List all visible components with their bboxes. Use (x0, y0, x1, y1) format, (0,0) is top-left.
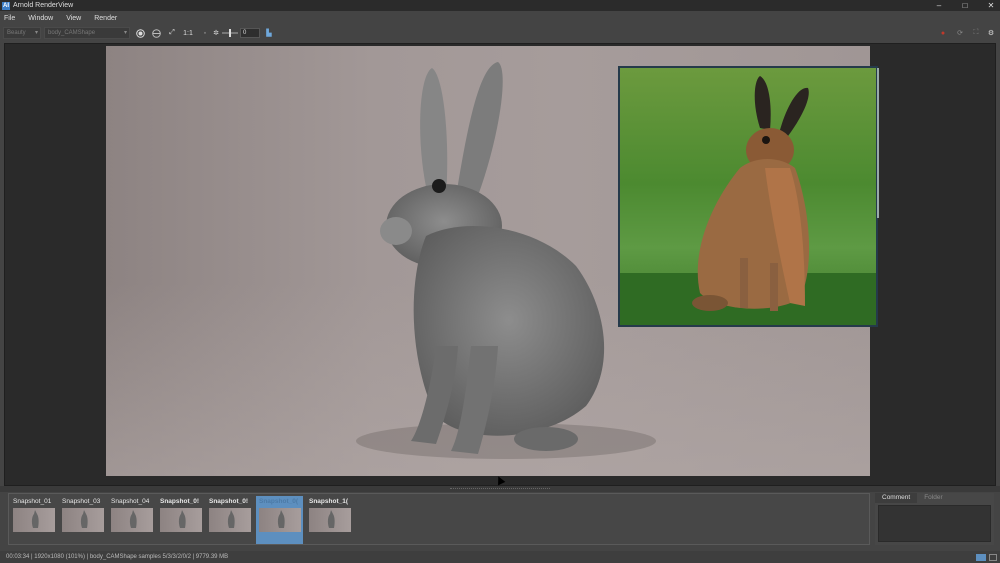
toolbar: Beauty ▾ body_CAMShape ▾ ⤢ 1:1 ▪ ✲ 0 ▙ ●… (0, 25, 1000, 41)
snapshot-label: Snapshot_03 (62, 498, 101, 505)
menu-bar: File Window View Render (0, 11, 1000, 25)
snapshot-label: Snapshot_01 (13, 498, 52, 505)
snapshot-panel: Snapshot_01 Snapshot_03 Snapshot_04 Snap… (8, 493, 870, 545)
exposure-slider-handle[interactable] (229, 29, 231, 37)
tab-comment[interactable]: Comment (875, 493, 918, 503)
side-panel-tabs: Comment Folder (875, 493, 994, 503)
display-select[interactable]: Beauty ▾ (3, 27, 41, 39)
panel-toggle-icon[interactable] (989, 554, 997, 561)
status-text: 00:03:34 | 1920x1080 (101%) | body_CAMSh… (6, 554, 229, 560)
menu-window[interactable]: Window (28, 15, 53, 22)
snapshot-strip-splitter[interactable] (0, 486, 1000, 492)
snapshot-label: Snapshot_04 (111, 498, 150, 505)
crop-region-icon[interactable] (151, 28, 161, 38)
snapshot-thumbnail (13, 508, 55, 532)
display-select-value: Beauty (7, 30, 26, 36)
hare-reference-figure (620, 76, 876, 325)
camera-select-value: body_CAMShape (48, 30, 96, 36)
reference-photo[interactable] (618, 66, 878, 327)
snapshot-thumbnail (209, 508, 251, 532)
chevron-down-icon: ▾ (34, 30, 38, 36)
window-title: Arnold RenderView (13, 2, 74, 9)
menu-render[interactable]: Render (94, 15, 117, 22)
snapshot-item[interactable]: Snapshot_03 (59, 496, 106, 544)
snapshot-icon[interactable]: ⛶ (971, 28, 981, 38)
camera-select[interactable]: body_CAMShape ▾ (44, 27, 130, 39)
snapshot-thumbnail (160, 508, 202, 532)
snapshot-thumbnail (62, 508, 104, 532)
snapshot-thumbnail (259, 508, 301, 532)
minimize-icon[interactable]: – (934, 0, 944, 11)
snapshot-item-selected[interactable]: Snapshot_0( (256, 496, 303, 544)
snapshot-item[interactable]: Snapshot_01 (10, 496, 57, 544)
stop-render-icon[interactable]: ● (938, 28, 948, 38)
fit-view-icon[interactable]: ⤢ (167, 28, 177, 38)
exposure-field[interactable]: 0 (240, 28, 260, 38)
status-bar: 00:03:34 | 1920x1080 (101%) | body_CAMSh… (0, 551, 1000, 563)
gamma-icon[interactable]: ▙ (264, 28, 274, 38)
snapshot-item[interactable]: Snapshot_1( (306, 496, 353, 544)
snapshot-label: Snapshot_1( (309, 498, 349, 505)
snapshot-thumbnail (309, 508, 351, 532)
view-mode-icon[interactable] (976, 554, 986, 561)
maximize-icon[interactable]: □ (960, 0, 970, 11)
comment-textarea[interactable] (878, 505, 991, 542)
tab-folder[interactable]: Folder (917, 493, 949, 503)
gear-icon[interactable]: ⚙ (986, 28, 996, 38)
snapshot-item[interactable]: Snapshot_0! (157, 496, 204, 544)
snapshot-thumbnail (111, 508, 153, 532)
channel-icon[interactable]: ▪ (200, 28, 210, 38)
snapshot-label: Snapshot_0! (160, 498, 200, 505)
snapshot-label: Snapshot_0( (259, 498, 299, 505)
arnold-app-icon: AI (2, 1, 10, 10)
exposure-icon: ✲ (213, 30, 219, 37)
snapshot-item[interactable]: Snapshot_04 (108, 496, 155, 544)
close-icon[interactable]: ✕ (986, 0, 996, 11)
menu-view[interactable]: View (66, 15, 81, 22)
zoom-1-1-button[interactable]: 1:1 (182, 28, 194, 38)
window-controls: – □ ✕ (934, 0, 996, 11)
splitter-grip-icon (450, 488, 550, 489)
snapshot-label: Snapshot_0! (209, 498, 249, 505)
snapshot-side-panel: Comment Folder (875, 493, 994, 545)
render-region-icon[interactable] (135, 28, 145, 38)
title-bar: AI Arnold RenderView – □ ✕ (0, 0, 1000, 11)
chevron-down-icon: ▾ (123, 30, 127, 36)
snapshot-item[interactable]: Snapshot_0! (206, 496, 253, 544)
reference-photo-scrollbar[interactable] (877, 68, 879, 218)
menu-file[interactable]: File (4, 15, 15, 22)
refresh-render-icon[interactable]: ⟳ (955, 28, 965, 38)
